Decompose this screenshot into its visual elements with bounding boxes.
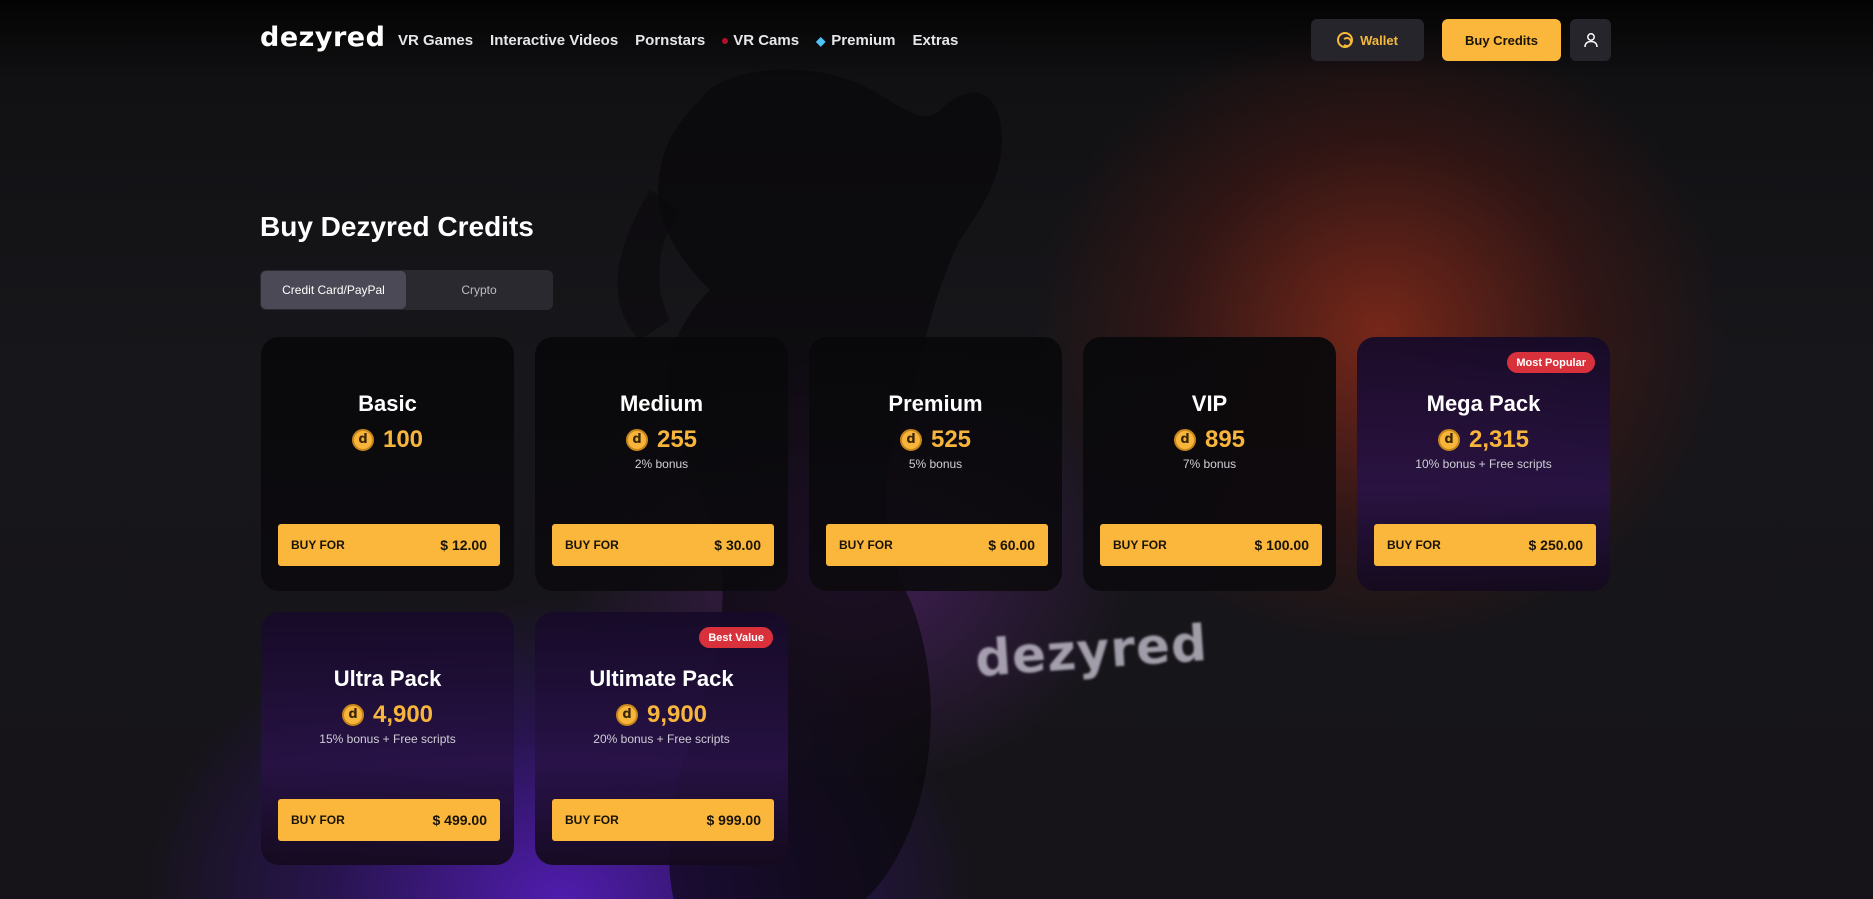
pack-bonus: 10% bonus + Free scripts [1415, 457, 1552, 471]
coin-icon: d [1437, 429, 1460, 451]
pack-amount: d 255 [535, 426, 788, 454]
buy-label: BUY FOR [291, 813, 345, 827]
credit-pack-card: Most Popular Mega Pack d 2,315 10% bonus … [1357, 337, 1610, 591]
nav-extras[interactable]: Extras [913, 32, 959, 49]
buy-button[interactable]: BUY FOR $ 499.00 [278, 799, 500, 841]
price: $ 30.00 [714, 537, 761, 553]
payment-method-tabs: Credit Card/PayPal Crypto [260, 270, 553, 310]
buy-label: BUY FOR [839, 538, 893, 552]
tab-crypto[interactable]: Crypto [406, 271, 552, 309]
nav-premium[interactable]: ◆ Premium [816, 32, 895, 49]
price: $ 100.00 [1254, 537, 1310, 553]
pack-name: Basic [358, 391, 417, 416]
pack-bonus: 2% bonus [634, 457, 689, 471]
nav-interactive-videos[interactable]: Interactive Videos [490, 32, 618, 49]
pack-bonus: 5% bonus [908, 457, 963, 471]
user-icon [1583, 33, 1598, 48]
amount-value: 2,315 [1468, 426, 1530, 453]
nav-label: Extras [912, 32, 959, 49]
logo[interactable]: dezyred [260, 22, 385, 53]
buy-button[interactable]: BUY FOR $ 250.00 [1374, 524, 1596, 566]
main-nav: VR Games Interactive Videos Pornstars VR… [398, 32, 975, 49]
credit-pack-card: Ultra Pack d 4,900 15% bonus + Free scrip… [261, 612, 514, 865]
pack-name: Premium [888, 391, 983, 416]
price: $ 60.00 [988, 537, 1035, 553]
wallet-icon [1337, 32, 1354, 48]
pack-amount: d 525 [809, 426, 1062, 454]
buy-button[interactable]: BUY FOR $ 60.00 [826, 524, 1048, 566]
credit-pack-card: Medium d 255 2% bonus BUY FOR $ 30.00 [535, 337, 788, 591]
nav-pornstars[interactable]: Pornstars [635, 32, 705, 49]
coin-icon: d [615, 704, 638, 726]
amount-value: 4,900 [372, 701, 434, 728]
price: $ 12.00 [440, 537, 487, 553]
amount-value: 100 [382, 426, 424, 453]
nav-label: Premium [831, 32, 896, 49]
pack-bonus: 15% bonus + Free scripts [319, 732, 456, 746]
nav-vr-games[interactable]: VR Games [398, 32, 473, 49]
pack-name: Ultimate Pack [589, 666, 734, 691]
pack-amount: d 2,315 [1357, 426, 1610, 454]
buy-label: BUY FOR [1113, 538, 1167, 552]
amount-value: 895 [1204, 426, 1246, 453]
buy-button[interactable]: BUY FOR $ 999.00 [552, 799, 774, 841]
wallet-label: Wallet [1360, 32, 1398, 48]
coin-icon: d [1173, 429, 1196, 451]
credit-pack-card: Premium d 525 5% bonus BUY FOR $ 60.00 [809, 337, 1062, 591]
price: $ 499.00 [432, 812, 488, 828]
nav-label: Pornstars [635, 32, 706, 49]
pack-name: Medium [619, 391, 704, 416]
wallet-button[interactable]: Wallet [1311, 19, 1424, 61]
coin-icon: d [899, 429, 922, 451]
buy-label: BUY FOR [565, 813, 619, 827]
pack-amount: d 9,900 [535, 701, 788, 729]
nav-vr-cams[interactable]: VR Cams [722, 32, 799, 49]
buy-button[interactable]: BUY FOR $ 12.00 [278, 524, 500, 566]
buy-label: BUY FOR [291, 538, 345, 552]
nav-label: VR Games [398, 32, 474, 49]
pack-name: Ultra Pack [333, 666, 442, 691]
most-popular-badge: Most Popular [1507, 352, 1595, 373]
pack-bonus: 20% bonus + Free scripts [593, 732, 730, 746]
amount-value: 525 [930, 426, 972, 453]
diamond-icon: ◆ [816, 33, 826, 48]
buy-label: BUY FOR [565, 538, 619, 552]
pack-name: Mega Pack [1426, 391, 1541, 416]
pack-bonus: 7% bonus [1182, 457, 1237, 471]
pack-name: VIP [1191, 391, 1228, 416]
page-title: Buy Dezyred Credits [260, 211, 534, 242]
amount-value: 9,900 [646, 701, 708, 728]
buy-button[interactable]: BUY FOR $ 30.00 [552, 524, 774, 566]
credit-pack-card: VIP d 895 7% bonus BUY FOR $ 100.00 [1083, 337, 1336, 591]
coin-icon: d [351, 429, 374, 451]
pack-amount: d 895 [1083, 426, 1336, 454]
credit-pack-card: Best Value Ultimate Pack d 9,900 20% bonu… [535, 612, 788, 865]
best-value-badge: Best Value [699, 627, 773, 648]
top-nav: dezyred VR Games Interactive Videos Porn… [0, 0, 1873, 80]
tab-credit-card-paypal[interactable]: Credit Card/PayPal [261, 271, 406, 309]
credit-pack-card: Basic d 100 BUY FOR $ 12.00 [261, 337, 514, 591]
coin-icon: d [341, 704, 364, 726]
live-dot-icon [722, 37, 729, 44]
buy-label: BUY FOR [1387, 538, 1441, 552]
price: $ 250.00 [1528, 537, 1584, 553]
pack-amount: d 100 [261, 426, 514, 454]
buy-credits-button[interactable]: Buy Credits [1442, 19, 1561, 61]
nav-label: Interactive Videos [490, 32, 619, 49]
coin-icon: d [625, 429, 648, 451]
price: $ 999.00 [706, 812, 762, 828]
amount-value: 255 [656, 426, 698, 453]
buy-button[interactable]: BUY FOR $ 100.00 [1100, 524, 1322, 566]
nav-label: VR Cams [733, 32, 800, 49]
user-button[interactable] [1570, 19, 1611, 61]
pack-amount: d 4,900 [261, 701, 514, 729]
